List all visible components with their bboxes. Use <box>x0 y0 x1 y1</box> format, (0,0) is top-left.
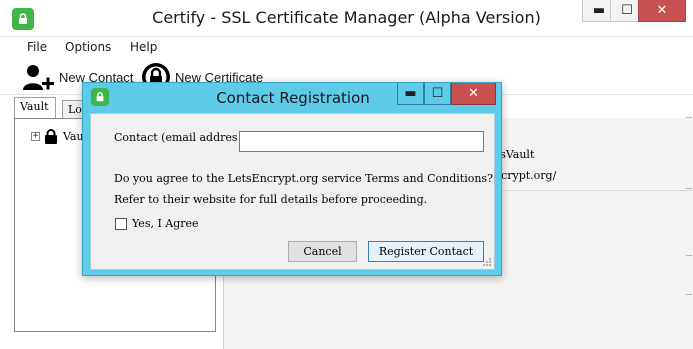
agree-label[interactable]: Yes, I Agree <box>132 217 199 230</box>
menu-options[interactable]: Options <box>65 40 111 54</box>
resize-grip-icon[interactable] <box>482 257 492 267</box>
agree-checkbox[interactable] <box>115 218 127 230</box>
tree-expander-icon[interactable]: + <box>31 132 40 141</box>
scroll-tick <box>686 294 692 295</box>
contact-registration-dialog: Contact Registration ▬ ☐ ✕ Contact (emai… <box>82 82 502 276</box>
add-user-icon <box>23 65 54 90</box>
dialog-maximize-button[interactable]: ☐ <box>424 83 451 105</box>
dialog-body: Contact (email address) Do you agree to … <box>90 113 495 270</box>
dialog-minimize-button[interactable]: ▬ <box>397 83 424 105</box>
cancel-button[interactable]: Cancel <box>288 241 357 262</box>
scroll-tick <box>686 188 692 189</box>
terms-clip: Do you agree to the LetsEncrypt.org serv… <box>91 114 496 194</box>
acme-url-text: ncrypt.org/ <box>494 169 557 182</box>
tab-vault[interactable]: Vault <box>14 97 56 119</box>
padlock-icon <box>45 129 57 144</box>
menu-bar: File Options Help <box>0 37 693 59</box>
menu-help[interactable]: Help <box>130 40 157 54</box>
close-button[interactable]: ✕ <box>638 0 686 22</box>
dialog-close-button[interactable]: ✕ <box>451 83 496 105</box>
terms-text-line1: Do you agree to the LetsEncrypt.org serv… <box>114 172 493 185</box>
scroll-tick <box>686 117 692 118</box>
register-contact-button[interactable]: Register Contact <box>368 241 484 262</box>
menu-file[interactable]: File <box>27 40 47 54</box>
scroll-tick <box>686 255 692 256</box>
main-title-bar: Certify - SSL Certificate Manager (Alpha… <box>0 0 693 37</box>
terms-text-line2: Refer to their website for full details … <box>114 193 428 206</box>
